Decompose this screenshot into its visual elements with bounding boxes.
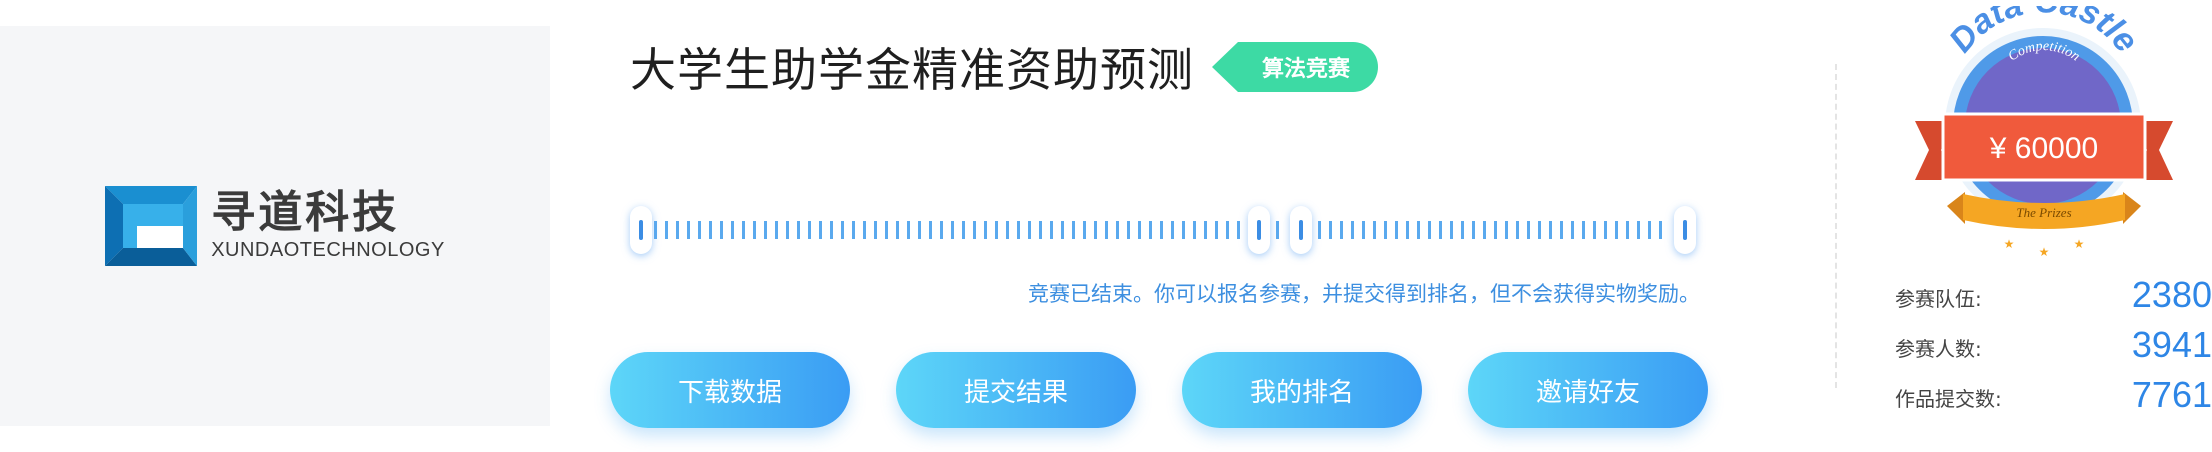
- badge-ribbon-text: The Prizes: [2016, 205, 2071, 220]
- action-button-group: 下载数据 提交结果 我的排名 邀请好友: [610, 352, 1708, 428]
- stat-submissions-label: 作品提交数:: [1895, 387, 2002, 411]
- logo-name-cn: 寻道科技: [211, 186, 400, 238]
- competition-title: 大学生助学金精准资助预测: [630, 43, 1194, 97]
- star-icon: ★: [2074, 237, 2085, 251]
- timeline-segment-2: [1276, 221, 1284, 239]
- stat-submissions: 作品提交数: 7761: [1895, 370, 2212, 420]
- invite-friends-button[interactable]: 邀请好友: [1468, 352, 1708, 428]
- stat-participants-value: 3941: [2131, 324, 2212, 365]
- stat-participants: 参赛人数: 3941: [1895, 320, 2212, 370]
- stat-teams-value: 2380: [2131, 274, 2212, 315]
- company-logo: 寻道科技 XUNDAOTECHNOLOGY: [105, 186, 445, 266]
- competition-stats: 参赛队伍: 2380 参赛人数: 3941 作品提交数: 7761: [1895, 270, 2212, 420]
- timeline-segment-3: [1318, 221, 1670, 239]
- prize-amount: ¥ 60000: [1989, 132, 2098, 165]
- xundao-logo-icon: [105, 186, 198, 266]
- timeline-node-end: [1674, 206, 1696, 254]
- download-data-button[interactable]: 下载数据: [610, 352, 850, 428]
- competition-status-notice: 竞赛已结束。你可以报名参赛，并提交得到排名，但不会获得实物奖励。: [1028, 282, 1700, 306]
- competition-header: 大学生助学金精准资助预测 算法竞赛: [630, 34, 1379, 100]
- stat-submissions-value: 7761: [2131, 374, 2212, 415]
- timeline-node-stage-1: [1248, 206, 1270, 254]
- my-ranking-button[interactable]: 我的排名: [1182, 352, 1422, 428]
- competition-type-tag: 算法竞赛: [1211, 42, 1379, 92]
- timeline-node-stage-2: [1290, 206, 1312, 254]
- competition-timeline: [630, 200, 1700, 260]
- logo-name-en: XUNDAOTECHNOLOGY: [211, 238, 445, 261]
- stat-teams: 参赛队伍: 2380: [1895, 270, 2212, 320]
- star-icon: ★: [2004, 237, 2015, 251]
- submit-results-button[interactable]: 提交结果: [896, 352, 1136, 428]
- stat-teams-label: 参赛队伍:: [1895, 287, 1982, 311]
- timeline-segment-1: [654, 221, 1242, 239]
- prize-badge: Data Castle Competition ¥ 60000 The Priz…: [1915, 6, 2173, 259]
- company-logo-card: 寻道科技 XUNDAOTECHNOLOGY: [0, 26, 550, 426]
- timeline-node-start: [630, 206, 652, 254]
- star-icon: ★: [2039, 245, 2050, 259]
- section-divider: [1835, 64, 1837, 388]
- stat-participants-label: 参赛人数:: [1895, 337, 1982, 361]
